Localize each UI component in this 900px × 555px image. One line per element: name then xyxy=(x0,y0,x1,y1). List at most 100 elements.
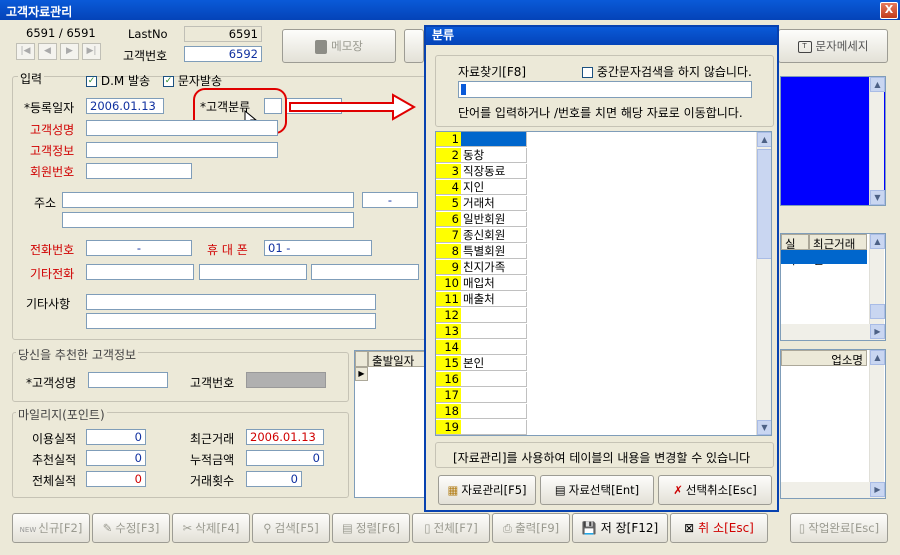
dialog-hint: 단어를 입력하거나 /번호를 치면 해당 자료로 이동합니다. xyxy=(458,106,743,120)
sms-message-button[interactable]: T 문자메세지 xyxy=(778,29,888,63)
category-list-item[interactable]: 6 일반회원 xyxy=(436,212,528,228)
select-data-button[interactable]: ▤ 자료선택[Ent] xyxy=(540,475,654,505)
scroll-up-icon[interactable]: ▲ xyxy=(757,132,771,147)
category-list-item[interactable]: 18 xyxy=(436,404,528,420)
scroll-down-icon[interactable]: ▼ xyxy=(870,190,885,205)
sales-grid-header-record[interactable]: 실적 xyxy=(781,234,809,267)
category-list-item[interactable]: 8 특별회원 xyxy=(436,244,528,260)
category-list-scrollbar[interactable]: ▲ ▼ xyxy=(756,132,771,435)
address-field-2[interactable] xyxy=(62,212,354,228)
category-list-item[interactable]: 13 xyxy=(436,324,528,340)
mid-search-checkbox[interactable]: 중간문자검색을 하지 않습니다. xyxy=(582,63,752,80)
cancel-selection-button[interactable]: ✗ 선택취소[Esc] xyxy=(658,475,772,505)
other-phone-field-3[interactable] xyxy=(311,264,419,280)
name-label: 고객성명 xyxy=(30,123,75,137)
other-phone-field-1[interactable] xyxy=(86,264,194,280)
scroll-right-icon[interactable]: ▶ xyxy=(870,324,885,339)
use-record-field[interactable]: 0 xyxy=(86,429,146,445)
phone-field[interactable]: - xyxy=(86,240,192,256)
shop-grid-vscroll[interactable]: ▲ xyxy=(869,350,885,482)
name-field[interactable] xyxy=(86,120,278,136)
category-item-number: 18 xyxy=(436,404,461,419)
scroll-down-icon[interactable]: ▼ xyxy=(757,420,771,435)
scroll-thumb[interactable] xyxy=(757,149,771,259)
sales-grid-selected-row[interactable] xyxy=(781,250,867,264)
category-list-item[interactable]: 19 xyxy=(436,420,528,435)
recommend-record-field[interactable]: 0 xyxy=(86,450,146,466)
category-list-item[interactable]: 17 xyxy=(436,388,528,404)
shop-grid-header-name[interactable]: 업소명 xyxy=(781,350,867,367)
notes-field-1[interactable] xyxy=(86,294,376,310)
total-record-field[interactable]: 0 xyxy=(86,471,146,487)
next-record-button[interactable]: ▶ xyxy=(60,43,79,60)
shop-grid-hscroll[interactable]: ▶ xyxy=(781,482,885,498)
sms-send-checkbox[interactable]: ✓ 문자발송 xyxy=(163,72,222,89)
scroll-up-icon[interactable]: ▲ xyxy=(870,234,885,249)
referrer-name-label: *고객성명 xyxy=(26,376,77,390)
trip-grid-header-date[interactable]: 출발일자 xyxy=(368,351,425,368)
zip-field[interactable]: - xyxy=(362,192,418,208)
category-list-item[interactable]: 10 매입처 xyxy=(436,276,528,292)
category-list-item[interactable]: 4 지인 xyxy=(436,180,528,196)
all-button[interactable]: ▯ 전체[F7] xyxy=(412,513,490,543)
manage-data-button[interactable]: ▦ 자료관리[F5] xyxy=(438,475,536,505)
category-list-item[interactable]: 7 종신회원 xyxy=(436,228,528,244)
category-item-number: 7 xyxy=(436,228,461,243)
cancel-button[interactable]: ⊠ 취 소[Esc] xyxy=(670,513,768,543)
save-button[interactable]: 💾 저 장[F12] xyxy=(572,513,668,543)
delete-button[interactable]: ✂ 삭제[F4] xyxy=(172,513,250,543)
trade-count-field[interactable]: 0 xyxy=(246,471,302,487)
sort-icon: ▤ xyxy=(342,521,353,535)
image-panel-scrollbar[interactable]: ▲ ▼ xyxy=(869,77,885,205)
address-label: 주소 xyxy=(34,196,57,210)
category-list-item[interactable]: 12 xyxy=(436,308,528,324)
category-list[interactable]: 1 2 동창 3 직장동료 4 지인 5 거래처 6 일반회원 7 종신회원 8 특별회원 9 친지가족 10 매입… xyxy=(435,131,772,436)
category-list-item[interactable]: 14 xyxy=(436,340,528,356)
memo-button[interactable]: 메모장 xyxy=(282,29,396,63)
other-phone-label: 기타전화 xyxy=(30,267,75,281)
other-phone-field-2[interactable] xyxy=(199,264,307,280)
dialog-search-input[interactable] xyxy=(458,81,752,98)
referrer-name-field[interactable] xyxy=(88,372,168,388)
sales-grid-header-recent[interactable]: 최근거래일 xyxy=(809,234,867,267)
scroll-up-icon[interactable]: ▲ xyxy=(870,77,885,92)
category-list-item[interactable]: 1 xyxy=(436,132,528,148)
category-list-item[interactable]: 3 직장동료 xyxy=(436,164,528,180)
scroll-up-icon[interactable]: ▲ xyxy=(870,350,885,365)
print-icon: ⎙ xyxy=(502,521,513,535)
search-button[interactable]: ⚲ 검색[F5] xyxy=(252,513,330,543)
category-list-item[interactable]: 9 친지가족 xyxy=(436,260,528,276)
done-button[interactable]: ▯ 작업완료[Esc] xyxy=(790,513,888,543)
address-field-1[interactable] xyxy=(62,192,354,208)
sort-button[interactable]: ▤ 정렬[F6] xyxy=(332,513,410,543)
dm-checkbox[interactable]: ✓ D.M 발송 xyxy=(86,72,150,89)
member-no-field[interactable] xyxy=(86,163,192,179)
print-button[interactable]: ⎙ 출력[F9] xyxy=(492,513,570,543)
hidden-top-button[interactable] xyxy=(404,29,424,63)
reg-date-field[interactable]: 2006.01.13 xyxy=(86,98,164,114)
sum-amount-field[interactable]: 0 xyxy=(246,450,324,466)
category-list-item[interactable]: 15 본인 xyxy=(436,356,528,372)
category-item-number: 4 xyxy=(436,180,461,195)
category-list-item[interactable]: 2 동창 xyxy=(436,148,528,164)
first-record-button[interactable]: |◀ xyxy=(16,43,35,60)
mobile-field[interactable]: 01 - xyxy=(264,240,372,256)
category-item-name xyxy=(461,132,527,147)
sales-grid-hscroll[interactable]: ▶ xyxy=(781,324,885,340)
last-record-button[interactable]: ▶| xyxy=(82,43,101,60)
notes-field-2[interactable] xyxy=(86,313,376,329)
prev-record-button[interactable]: ◀ xyxy=(38,43,57,60)
category-list-item[interactable]: 5 거래처 xyxy=(436,196,528,212)
info-field[interactable] xyxy=(86,142,278,158)
new-button[interactable]: NEW 신규[F2] xyxy=(12,513,90,543)
category-item-number: 10 xyxy=(436,276,461,291)
category-item-number: 3 xyxy=(436,164,461,179)
scroll-thumb[interactable] xyxy=(870,304,885,319)
close-window-button[interactable]: X xyxy=(880,2,898,19)
scroll-right-icon[interactable]: ▶ xyxy=(870,482,885,497)
sales-grid-vscroll[interactable]: ▲ xyxy=(869,234,885,324)
category-list-item[interactable]: 16 xyxy=(436,372,528,388)
edit-button[interactable]: ✎ 수정[F3] xyxy=(92,513,170,543)
category-list-item[interactable]: 11 매출처 xyxy=(436,292,528,308)
recent-trade-field[interactable]: 2006.01.13 xyxy=(246,429,324,445)
